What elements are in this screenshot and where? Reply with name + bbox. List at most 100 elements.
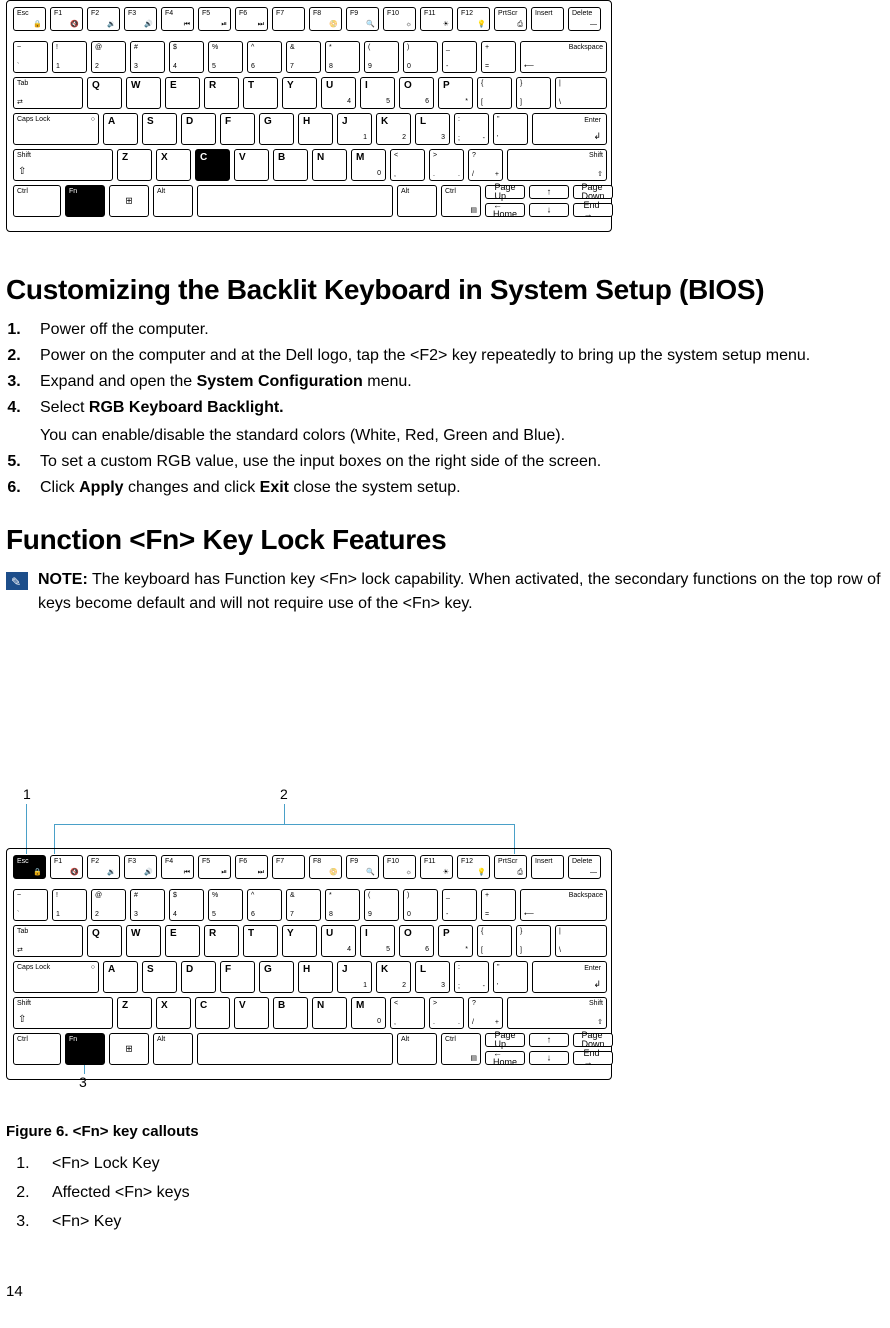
key: V: [234, 149, 269, 181]
key: <,: [390, 149, 425, 181]
key: D: [181, 113, 216, 145]
callout-1: <Fn> Lock Key: [34, 1150, 199, 1179]
key: T: [243, 77, 278, 109]
key: R: [204, 925, 239, 957]
key: O6: [399, 77, 434, 109]
callouts-list: <Fn> Lock Key Affected <Fn> keys <Fn> Ke…: [6, 1150, 199, 1236]
key: S: [142, 113, 177, 145]
key: E: [165, 77, 200, 109]
key: G: [259, 961, 294, 993]
step-3-c: menu.: [363, 373, 412, 390]
key: Ctrl▤: [441, 185, 481, 217]
key: N: [312, 997, 347, 1029]
key: F3🔊: [124, 7, 157, 31]
key: End →: [573, 203, 613, 217]
key: #3: [130, 41, 165, 73]
step-2: Power on the computer and at the Dell lo…: [34, 344, 884, 368]
key: !1: [52, 889, 87, 921]
key: F5⏯: [198, 7, 231, 31]
key: Enter↲: [532, 113, 607, 145]
key: C: [195, 149, 230, 181]
note-label: NOTE:: [38, 571, 88, 588]
key: F1🔇: [50, 7, 83, 31]
key: F12💡: [457, 7, 490, 31]
key: +=: [481, 41, 516, 73]
key: [197, 1033, 393, 1065]
key: Page Up: [485, 1033, 525, 1047]
key: Enter↲: [532, 961, 607, 993]
key: Shift⇧: [13, 997, 113, 1029]
key: <,: [390, 997, 425, 1029]
key: F6⏭: [235, 7, 268, 31]
key: *8: [325, 889, 360, 921]
keyboard-diagram-2-wrap: 1 2 3 Esc🔒F1🔇F2🔉F3🔊F4⏮F5⏯F6⏭F7F8📀F9🔍F10☼…: [6, 804, 612, 1080]
key: Caps Lock○: [13, 113, 99, 145]
key: N: [312, 149, 347, 181]
key: {[: [477, 925, 512, 957]
key: Ctrl: [13, 1033, 61, 1065]
key: I5: [360, 925, 395, 957]
key: F12💡: [457, 855, 490, 879]
key: J1: [337, 961, 372, 993]
key: M0: [351, 149, 386, 181]
key: P*: [438, 925, 473, 957]
step-6-e: close the system setup.: [289, 479, 461, 496]
key: $4: [169, 41, 204, 73]
key: ~`: [13, 41, 48, 73]
key: Insert: [531, 855, 564, 879]
key: "': [493, 961, 528, 993]
key: :;-: [454, 961, 489, 993]
step-6-b: Apply: [79, 479, 123, 496]
key: End →: [573, 1051, 613, 1065]
key: PrtScr⎙: [494, 855, 527, 879]
key: W: [126, 77, 161, 109]
key: Tab⇄: [13, 925, 83, 957]
key: Page Down: [573, 1033, 613, 1047]
key: B: [273, 997, 308, 1029]
key: X: [156, 997, 191, 1029]
key: ↓: [529, 1051, 569, 1065]
step-6: Click Apply changes and click Exit close…: [34, 476, 884, 500]
bios-steps-list: Power off the computer. Power on the com…: [6, 318, 884, 500]
key: F7: [272, 855, 305, 879]
key: H: [298, 113, 333, 145]
keyboard-diagram-1: Esc🔒F1🔇F2🔉F3🔊F4⏮F5⏯F6⏭F7F8📀F9🔍F10☼F11☀F1…: [6, 0, 612, 232]
key: ^6: [247, 889, 282, 921]
key: Delete—: [568, 7, 601, 31]
key: Q: [87, 925, 122, 957]
key: %5: [208, 41, 243, 73]
key: Delete—: [568, 855, 601, 879]
key: V: [234, 997, 269, 1029]
key: ~`: [13, 889, 48, 921]
key: ← Home: [485, 203, 525, 217]
key: &7: [286, 889, 321, 921]
key: P*: [438, 77, 473, 109]
key: Tab⇄: [13, 77, 83, 109]
key: Shift⇧: [507, 997, 607, 1029]
key: Z: [117, 149, 152, 181]
key: F: [220, 113, 255, 145]
key: %5: [208, 889, 243, 921]
key: [197, 185, 393, 217]
page-number: 14: [6, 1283, 23, 1300]
note-block: NOTE: The keyboard has Function key <Fn>…: [6, 568, 884, 616]
key: ↑: [529, 185, 569, 199]
key: H: [298, 961, 333, 993]
key: Caps Lock○: [13, 961, 99, 993]
key: #3: [130, 889, 165, 921]
step-3-b: System Configuration: [197, 373, 363, 390]
key: Q: [87, 77, 122, 109]
key: F6⏭: [235, 855, 268, 879]
key: Alt: [397, 1033, 437, 1065]
key: ?/+: [468, 149, 503, 181]
key: Page Up: [485, 185, 525, 199]
key: >..: [429, 149, 464, 181]
key: ?/+: [468, 997, 503, 1029]
key: Alt: [397, 185, 437, 217]
key: ↓: [529, 203, 569, 217]
key: _-: [442, 889, 477, 921]
callout-3: <Fn> Key: [34, 1208, 199, 1237]
key: (9: [364, 889, 399, 921]
key: Ctrl▤: [441, 1033, 481, 1065]
key: ← Home: [485, 1051, 525, 1065]
